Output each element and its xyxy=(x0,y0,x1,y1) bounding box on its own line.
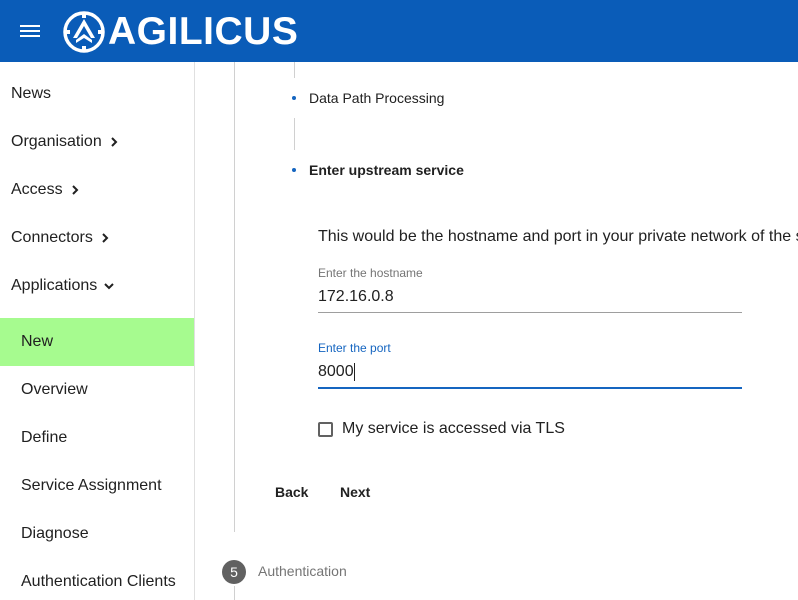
port-label: Enter the port xyxy=(318,341,391,355)
brand-logo[interactable]: AGILICUS xyxy=(62,10,298,54)
back-button[interactable]: Back xyxy=(275,484,308,500)
sidebar-subitem-label: Service Assignment xyxy=(21,477,162,494)
substep-connector-line xyxy=(294,62,295,78)
sidebar-subitem-overview[interactable]: Overview xyxy=(0,366,194,414)
tls-checkbox-label[interactable]: My service is accessed via TLS xyxy=(342,420,565,438)
stepper-connector-line xyxy=(234,62,235,532)
sidebar-subitem-label: Diagnose xyxy=(21,525,89,542)
sidebar-subitem-label: New xyxy=(21,333,54,350)
tls-checkbox-row[interactable]: My service is accessed via TLS xyxy=(318,420,565,438)
menu-icon[interactable] xyxy=(20,22,40,38)
step-authentication-label[interactable]: Authentication xyxy=(258,563,347,579)
top-app-bar: AGILICUS xyxy=(0,0,798,62)
step-number-badge[interactable]: 5 xyxy=(222,560,246,584)
brand-name: AGILICUS xyxy=(108,10,299,53)
application-wizard: Data Path Processing Enter upstream serv… xyxy=(195,62,798,600)
agilicus-logo-icon xyxy=(63,11,105,53)
hostname-field: Enter the hostname xyxy=(318,266,742,313)
sidebar-item-applications[interactable]: Applications xyxy=(0,262,194,310)
sidebar-item-label: Connectors xyxy=(11,229,93,246)
substep-bullet-icon xyxy=(292,168,296,172)
substep-bullet-icon xyxy=(292,96,296,100)
sidebar-subitem-label: Define xyxy=(21,429,68,446)
sidebar-subitem-new[interactable]: New xyxy=(0,318,194,366)
substep-connector-line xyxy=(294,118,295,150)
hostname-input[interactable] xyxy=(318,282,742,312)
sidebar-item-label: Access xyxy=(11,181,63,198)
chevron-right-icon xyxy=(71,185,78,195)
stepper-connector-line xyxy=(234,586,235,600)
substep-data-path-processing[interactable]: Data Path Processing xyxy=(309,90,444,106)
sidebar-subitem-label: Authentication Clients xyxy=(21,573,176,590)
port-field: Enter the port xyxy=(318,341,742,389)
step-description: This would be the hostname and port in y… xyxy=(318,228,798,245)
hostname-underline xyxy=(318,312,742,313)
chevron-down-icon xyxy=(104,283,114,290)
chevron-right-icon xyxy=(111,137,118,147)
sidebar-nav: News Organisation Access Connectors Appl… xyxy=(0,62,195,600)
sidebar-subitem-diagnose[interactable]: Diagnose xyxy=(0,510,194,558)
hostname-label: Enter the hostname xyxy=(318,266,423,280)
next-button[interactable]: Next xyxy=(340,484,370,500)
sidebar-subitem-define[interactable]: Define xyxy=(0,414,194,462)
port-underline xyxy=(318,387,742,389)
port-input[interactable] xyxy=(318,357,742,387)
sidebar-item-access[interactable]: Access xyxy=(0,166,194,214)
sidebar-item-news[interactable]: News xyxy=(0,70,194,118)
sidebar-item-connectors[interactable]: Connectors xyxy=(0,214,194,262)
sidebar-item-label: News xyxy=(11,85,52,102)
tls-checkbox[interactable] xyxy=(318,421,333,437)
sidebar-item-label: Organisation xyxy=(11,133,102,150)
chevron-right-icon xyxy=(102,233,109,243)
sidebar-item-organisation[interactable]: Organisation xyxy=(0,118,194,166)
sidebar-subitem-authentication-clients[interactable]: Authentication Clients xyxy=(0,558,194,600)
sidebar-item-label: Applications xyxy=(11,277,98,294)
sidebar-subitem-service-assignment[interactable]: Service Assignment xyxy=(0,462,194,510)
text-caret xyxy=(354,363,355,381)
sidebar-subitem-label: Overview xyxy=(21,381,88,398)
substep-enter-upstream-service[interactable]: Enter upstream service xyxy=(309,162,464,178)
